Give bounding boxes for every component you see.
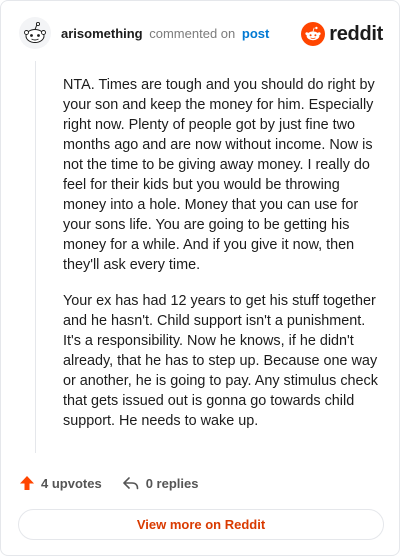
reddit-logo[interactable]: reddit <box>301 21 383 47</box>
reply-button[interactable]: 0 replies <box>122 475 199 491</box>
comment-body: NTA. Times are tough and you should do r… <box>63 75 381 447</box>
post-link[interactable]: post <box>242 26 269 41</box>
reddit-wordmark: reddit <box>329 22 383 45</box>
view-more-button[interactable]: View more on Reddit <box>18 509 384 540</box>
upvote-button[interactable]: 4 upvotes <box>19 475 102 491</box>
thread-line[interactable] <box>35 61 36 453</box>
reply-arrow-icon <box>122 477 138 490</box>
reddit-snoo-icon <box>301 22 326 46</box>
upvote-count: 4 upvotes <box>41 475 102 491</box>
user-avatar[interactable] <box>19 17 51 49</box>
comment-header: arisomething commented on post reddit <box>19 17 383 53</box>
comment-paragraph: NTA. Times are tough and you should do r… <box>63 77 375 273</box>
reddit-comment-embed: arisomething commented on post reddit NT… <box>0 0 400 556</box>
comment-actions: 4 upvotes 0 replies <box>19 473 198 493</box>
snoo-avatar-icon <box>19 17 51 49</box>
upvote-arrow-icon <box>20 476 34 490</box>
action-text: commented on <box>149 26 236 41</box>
comment-byline: arisomething commented on post <box>61 26 269 42</box>
username-link[interactable]: arisomething <box>61 26 143 41</box>
comment-paragraph: Your ex has had 12 years to get his stuf… <box>63 293 378 429</box>
reply-count: 0 replies <box>145 475 199 491</box>
